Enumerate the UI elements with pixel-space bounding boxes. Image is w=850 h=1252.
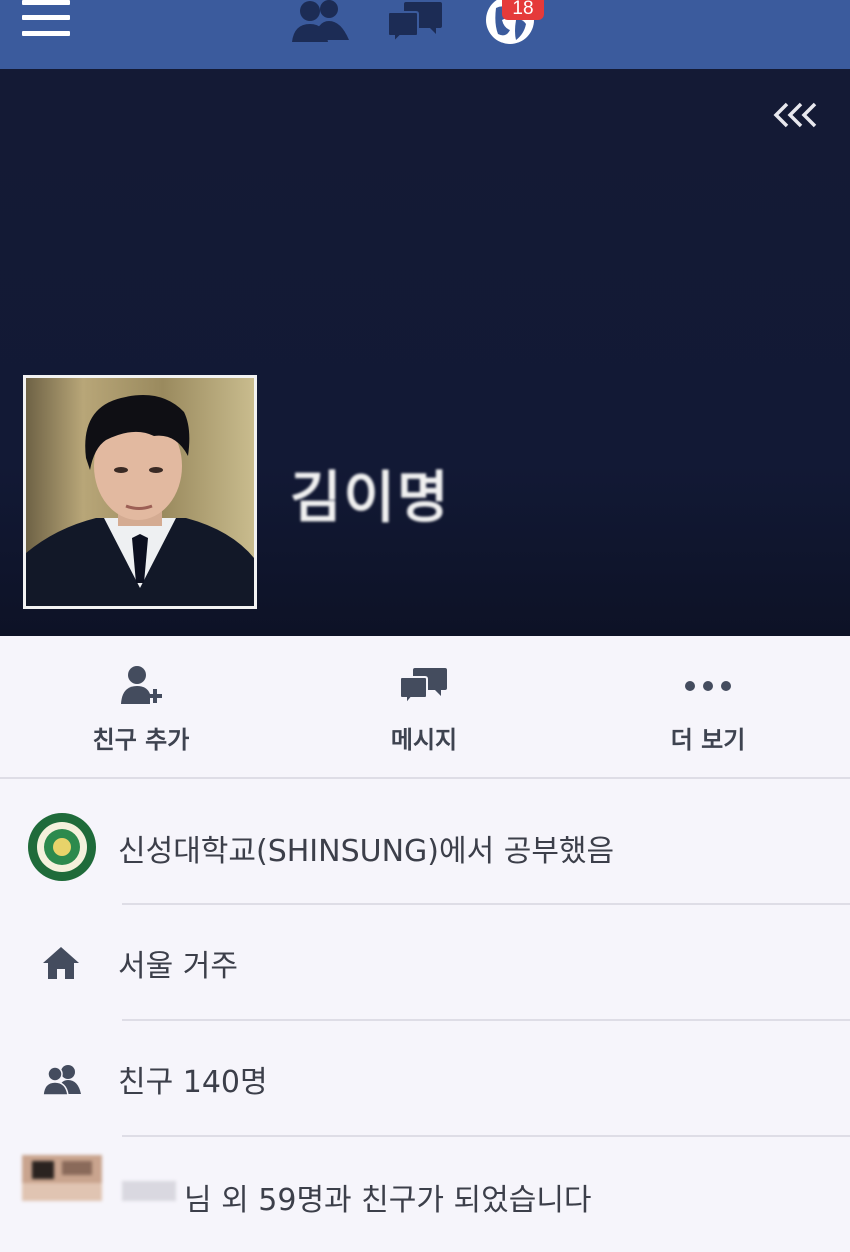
more-icon — [685, 681, 731, 691]
profile-name: 김이명 — [290, 466, 451, 531]
more-button[interactable]: 더 보기 — [608, 636, 808, 777]
profile-actions-bar: 친구 추가 메시지 더 보기 — [0, 636, 850, 779]
friends-icon — [42, 1065, 81, 1095]
school-logo-icon — [28, 813, 96, 881]
top-navigation-bar: 18 — [0, 0, 850, 69]
education-row[interactable]: 신성대학교(SHINSUNG)에서 공부했음 — [0, 790, 850, 905]
mutual-friends-text: 님 외 59명과 친구가 되었습니다 — [184, 1183, 592, 1218]
friends-row[interactable]: 친구 140명 — [0, 1021, 850, 1136]
message-icon — [399, 668, 447, 707]
friend-requests-icon[interactable] — [290, 0, 352, 44]
residence-row[interactable]: 서울 거주 — [0, 905, 850, 1020]
residence-text: 서울 거주 — [118, 949, 238, 984]
message-button[interactable]: 메시지 — [324, 636, 524, 777]
home-icon — [43, 947, 79, 979]
triple-chevron-left-icon[interactable] — [772, 102, 820, 128]
profile-photo-image — [26, 378, 254, 606]
notification-count-badge: 18 — [502, 0, 544, 20]
friend-avatar-thumbnail — [22, 1155, 102, 1201]
add-friend-label: 친구 추가 — [92, 726, 190, 754]
education-text: 신성대학교(SHINSUNG)에서 공부했음 — [118, 834, 615, 869]
mutual-friends-row[interactable]: 님 외 59명과 친구가 되었습니다 — [0, 1137, 850, 1252]
friends-count-text: 친구 140명 — [118, 1065, 268, 1100]
profile-picture[interactable] — [23, 375, 257, 609]
more-label: 더 보기 — [670, 726, 746, 754]
message-label: 메시지 — [390, 726, 458, 754]
menu-icon[interactable] — [22, 0, 72, 40]
cover-area: 김이명 — [0, 69, 850, 636]
messages-icon[interactable] — [386, 0, 444, 44]
add-friend-icon — [121, 666, 162, 704]
redacted-friend-name — [122, 1181, 176, 1201]
add-friend-button[interactable]: 친구 추가 — [41, 636, 241, 777]
